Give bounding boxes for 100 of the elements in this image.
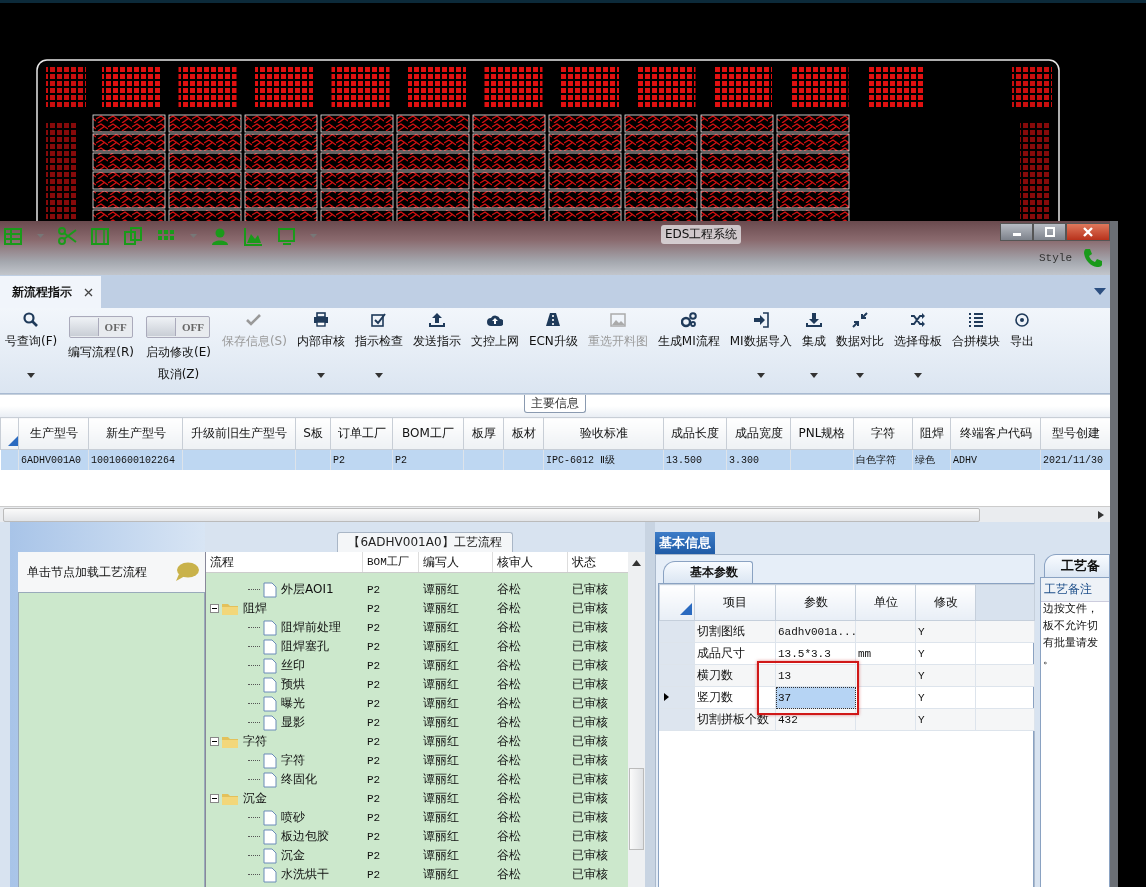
column-header[interactable]: 阻焊 bbox=[912, 417, 951, 450]
caret-icon[interactable] bbox=[27, 372, 36, 378]
toolbar-button[interactable]: 数据对比 bbox=[830, 308, 889, 382]
column-header[interactable]: 流程 bbox=[206, 552, 363, 572]
sub-tab[interactable]: 基本参数 bbox=[663, 561, 753, 583]
collapse-icon[interactable] bbox=[210, 737, 219, 746]
tree-node-label[interactable]: 预烘 bbox=[281, 676, 305, 693]
toggle-switch[interactable]: OFF bbox=[69, 316, 134, 338]
table-cell: Y bbox=[918, 691, 925, 704]
column-header[interactable]: 新生产型号 bbox=[88, 417, 183, 450]
collapse-icon[interactable] bbox=[210, 794, 219, 803]
tree-node-label[interactable]: 喷砂 bbox=[281, 809, 305, 826]
column-header[interactable]: 验收标准 bbox=[543, 417, 664, 450]
caret-icon[interactable] bbox=[374, 372, 383, 378]
column-header[interactable]: 板厚 bbox=[463, 417, 504, 450]
tree-node-label[interactable]: 阻焊前处理 bbox=[281, 619, 341, 636]
column-header[interactable]: PNL规格 bbox=[790, 417, 854, 450]
tree-node-label[interactable]: 曝光 bbox=[281, 695, 305, 712]
panel-tab[interactable]: 基本信息 bbox=[655, 532, 715, 554]
select-all-corner[interactable] bbox=[659, 584, 695, 621]
collapse-icon[interactable] bbox=[210, 604, 219, 613]
document-tab[interactable]: 新流程指示 bbox=[0, 276, 101, 308]
tree-node-label[interactable]: 沉金 bbox=[281, 847, 305, 864]
tree-node-label[interactable]: 阻焊 bbox=[243, 600, 267, 617]
table-cell-text: P2 bbox=[366, 773, 382, 786]
toolbar-button[interactable]: 指示检查 bbox=[349, 308, 408, 382]
maximize-button[interactable] bbox=[1033, 223, 1066, 241]
column-header[interactable]: 字符 bbox=[853, 417, 913, 450]
scroll-up-icon[interactable] bbox=[632, 560, 641, 566]
tree-node-label[interactable]: 显影 bbox=[281, 714, 305, 731]
column-header[interactable]: 成品长度 bbox=[663, 417, 727, 450]
caret-icon[interactable] bbox=[316, 372, 325, 378]
toolbar-button[interactable]: 导出 bbox=[1004, 308, 1039, 382]
tree-node-label[interactable]: 板边包胶 bbox=[281, 828, 329, 845]
tree-node-label[interactable]: 阻焊塞孔 bbox=[281, 638, 329, 655]
vertical-scrollbar[interactable] bbox=[628, 552, 645, 887]
column-header[interactable]: 修改 bbox=[915, 584, 976, 621]
scrollbar-thumb[interactable] bbox=[629, 768, 644, 850]
column-header[interactable]: 参数 bbox=[775, 584, 856, 621]
toggle-switch[interactable]: OFF bbox=[146, 316, 211, 338]
tree-node-label[interactable]: 外层AOI1 bbox=[281, 581, 334, 598]
column-header[interactable]: 终端客户代码 bbox=[950, 417, 1041, 450]
select-all-corner[interactable] bbox=[0, 417, 19, 450]
toolbar-button[interactable]: ECN升级 bbox=[523, 308, 583, 382]
corner-triangle-icon bbox=[8, 436, 18, 446]
column-header[interactable]: 编写人 bbox=[419, 552, 493, 572]
column-header[interactable]: 单位 bbox=[855, 584, 916, 621]
column-header[interactable]: S板 bbox=[295, 417, 331, 450]
table-cell-text: P2 bbox=[366, 659, 382, 672]
horizontal-scrollbar[interactable] bbox=[0, 506, 1110, 522]
close-icon[interactable] bbox=[84, 287, 93, 297]
column-header[interactable]: 订单工厂 bbox=[330, 417, 393, 450]
tree-node-label[interactable]: 水洗烘干 bbox=[281, 866, 329, 883]
panel-tab[interactable]: 工艺备 bbox=[1044, 554, 1110, 577]
caret-icon[interactable] bbox=[756, 372, 765, 378]
splitter-handle[interactable] bbox=[645, 522, 655, 887]
document-icon bbox=[263, 847, 277, 864]
column-header[interactable]: 成品宽度 bbox=[726, 417, 791, 450]
close-button[interactable] bbox=[1066, 223, 1110, 241]
toolbar-button[interactable]: 文控上网 bbox=[465, 308, 524, 382]
table-cell: IPC-6012 Ⅱ级 bbox=[546, 455, 615, 466]
minimize-button[interactable] bbox=[1000, 223, 1033, 241]
toolbar-button[interactable]: 合拼模块 bbox=[946, 308, 1005, 382]
table-cell-text: P2 bbox=[366, 754, 382, 767]
table-row[interactable]: 6ADHV001A0 10010600102264 P2 P2 IPC-6012 Ⅱ级 13.500 3.300 白色字符 绿色 ADHV 2021/11/30 bbox=[0, 449, 1110, 470]
scrollbar-thumb[interactable] bbox=[3, 507, 980, 522]
tree-node-label[interactable]: 终固化 bbox=[281, 771, 317, 788]
tree-node-label[interactable]: 丝印 bbox=[281, 657, 305, 674]
column-header[interactable]: BOM工厂 bbox=[363, 552, 419, 572]
toolbar-button[interactable]: 选择母板 bbox=[888, 308, 947, 382]
style-selector[interactable]: Style bbox=[1039, 252, 1072, 264]
table-cell-text: 谭丽红 bbox=[422, 676, 460, 693]
dropdown-icon[interactable] bbox=[1094, 288, 1106, 295]
column-header[interactable]: BOM工厂 bbox=[392, 417, 464, 450]
column-header[interactable]: 型号创建 bbox=[1040, 417, 1110, 450]
column-header[interactable]: 项目 bbox=[694, 584, 776, 621]
tree-node-label[interactable]: 字符 bbox=[281, 752, 305, 769]
toolbar-button[interactable]: 集成 bbox=[796, 308, 831, 382]
column-header[interactable]: 生产型号 bbox=[18, 417, 89, 450]
cancel-button[interactable]: 取消(Z) bbox=[157, 366, 200, 382]
table-cell-text: 已审核 bbox=[571, 619, 609, 636]
toolbar-button[interactable]: 内部审核 bbox=[291, 308, 350, 382]
tree-node-label[interactable]: 字符 bbox=[243, 733, 267, 750]
column-header[interactable]: 升级前旧生产型号 bbox=[182, 417, 296, 450]
caret-icon[interactable] bbox=[913, 372, 922, 378]
table-cell-text: P2 bbox=[366, 792, 382, 805]
toolbar-button[interactable]: 号查询(F) bbox=[0, 308, 63, 382]
column-header[interactable]: 核审人 bbox=[493, 552, 568, 572]
table-cell: 成品尺寸 bbox=[697, 646, 745, 660]
tree-node-label[interactable]: 沉金 bbox=[243, 790, 267, 807]
toolbar-button[interactable]: 生成MI流程 bbox=[652, 308, 725, 382]
scroll-right-icon[interactable] bbox=[1098, 511, 1104, 519]
table-cell-text: 谭丽红 bbox=[422, 847, 460, 864]
toolbar-button[interactable]: MI数据导入 bbox=[724, 308, 797, 382]
document-icon bbox=[263, 619, 277, 636]
caret-icon[interactable] bbox=[809, 372, 818, 378]
document-icon bbox=[263, 752, 277, 769]
caret-icon[interactable] bbox=[855, 372, 864, 378]
toolbar-button[interactable]: 发送指示 bbox=[407, 308, 466, 382]
column-header[interactable]: 板材 bbox=[503, 417, 544, 450]
